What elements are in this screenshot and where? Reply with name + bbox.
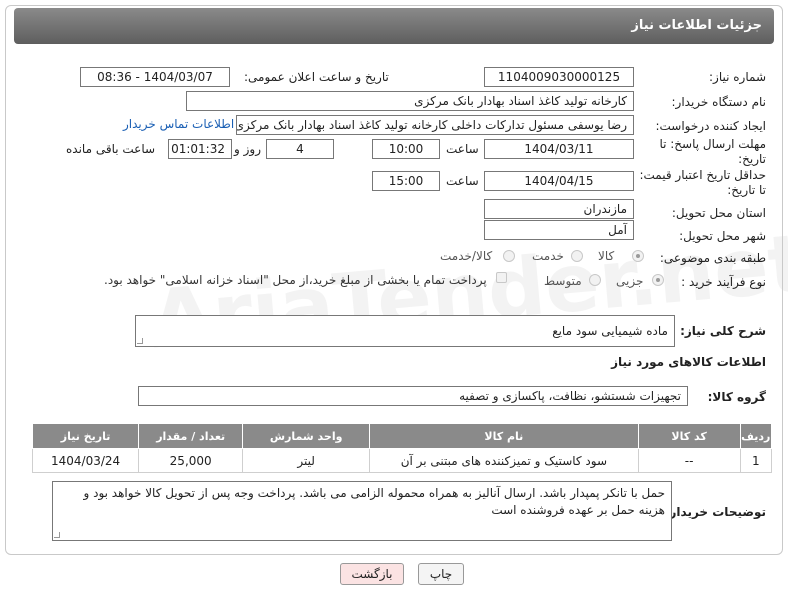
cell-unit: لیتر [242, 448, 371, 473]
goods-table: ردیف کد کالا نام کالا واحد شمارش تعداد /… [31, 423, 773, 473]
city-label: شهر محل تحویل: [679, 229, 766, 243]
need-number-field: 1104009030000125 [484, 67, 634, 87]
price-validity-time-label: ساعت [446, 174, 479, 188]
treasury-payment-note: پرداخت تمام یا بخشی از مبلغ خرید،از محل … [104, 273, 487, 287]
goods-section-title: اطلاعات کالاهای مورد نیاز [611, 355, 766, 369]
reply-deadline-days: 4 [266, 139, 334, 159]
cell-row-number: 1 [739, 448, 773, 473]
price-validity-time: 15:00 [372, 171, 440, 191]
description-label: شرح کلی نیاز: [680, 324, 766, 338]
col-row-number: ردیف [739, 423, 773, 449]
col-item-code: کد کالا [637, 423, 741, 449]
process-radio-medium[interactable] [589, 274, 601, 286]
remaining-label: ساعت باقی مانده [66, 142, 156, 156]
category-label: طبقه بندی موضوعی: [659, 251, 766, 265]
requester-field: رضا یوسفی مسئول تداركات داخلی کارخانه تو… [236, 115, 634, 135]
col-unit: واحد شمارش [242, 423, 371, 449]
process-label: نوع فرآیند خرید : [681, 275, 766, 289]
table-row[interactable]: 1 -- سود کاستیک و تمیزکننده های مبتنی بر… [31, 448, 773, 473]
process-option-minor: جزیی [616, 274, 644, 288]
category-radio-service[interactable] [571, 250, 583, 262]
buyer-notes-field: حمل با تانکر پمپدار باشد. ارسال آنالیز ب… [52, 481, 672, 541]
category-option-goods: کالا [598, 249, 615, 263]
buyer-org-label: نام دستگاه خریدار: [671, 95, 767, 109]
price-validity-date: 1404/04/15 [484, 171, 634, 191]
province-label: استان محل تحویل: [671, 206, 766, 220]
announce-datetime-label: تاریخ و ساعت اعلان عمومی: [244, 70, 389, 84]
requester-label: ایجاد کننده درخواست: [655, 119, 766, 133]
col-quantity: تعداد / مقدار [138, 423, 244, 449]
category-radio-goods-service[interactable] [503, 250, 515, 262]
cell-quantity: 25,000 [138, 448, 244, 473]
treasury-payment-checkbox[interactable] [496, 272, 507, 283]
buyer-contact-link[interactable]: اطلاعات تماس خریدار [123, 117, 234, 131]
province-field: مازندران [484, 199, 634, 219]
category-option-goods-service: کالا/خدمت [440, 249, 493, 263]
category-option-service: خدمت [532, 249, 564, 263]
buyer-notes-label: توضیحات خریدار: [664, 505, 766, 519]
price-validity-label-1: حداقل تاریخ اعتبار قیمت: [639, 168, 766, 182]
process-radio-minor[interactable] [652, 274, 664, 286]
description-field: ماده شیمیایی سود مایع [135, 315, 675, 347]
back-button[interactable]: بازگشت [340, 563, 404, 585]
buyer-org-field: کارخانه تولید کاغذ اسناد بهادار بانک مرک… [186, 91, 634, 111]
remaining-time-field: 01:01:32 [168, 139, 232, 159]
reply-deadline-label-2: تاریخ: [738, 152, 766, 166]
print-button[interactable]: چاپ [418, 563, 464, 585]
cell-item-code: -- [637, 448, 741, 473]
page-header: جزئیات اطلاعات نیاز [14, 8, 774, 44]
col-item-name: نام کالا [369, 423, 639, 449]
reply-deadline-date: 1404/03/11 [484, 139, 634, 159]
announce-datetime-field: 1404/03/07 - 08:36 [80, 67, 230, 87]
goods-group-label: گروه کالا: [707, 390, 766, 404]
reply-deadline-time-label: ساعت [446, 142, 479, 156]
need-number-label: شماره نیاز: [709, 70, 766, 84]
reply-deadline-time: 10:00 [372, 139, 440, 159]
price-validity-label-2: تا تاریخ: [727, 183, 766, 197]
resize-handle-icon[interactable] [137, 338, 143, 344]
col-need-date: تاریخ نیاز [31, 423, 140, 449]
process-option-medium: متوسط [544, 274, 582, 288]
city-field: آمل [484, 220, 634, 240]
resize-handle-icon[interactable] [54, 532, 60, 538]
days-label: روز و [234, 142, 261, 156]
goods-group-field: تجهیزات شستشو، نظافت، پاکسازی و تصفیه [138, 386, 688, 406]
cell-need-date: 1404/03/24 [31, 448, 140, 473]
category-radio-goods[interactable] [632, 250, 644, 262]
reply-deadline-label-1: مهلت ارسال پاسخ: تا [659, 137, 766, 151]
table-header-row: ردیف کد کالا نام کالا واحد شمارش تعداد /… [31, 423, 773, 449]
cell-item-name: سود کاستیک و تمیزکننده های مبتنی بر آن [369, 448, 639, 473]
